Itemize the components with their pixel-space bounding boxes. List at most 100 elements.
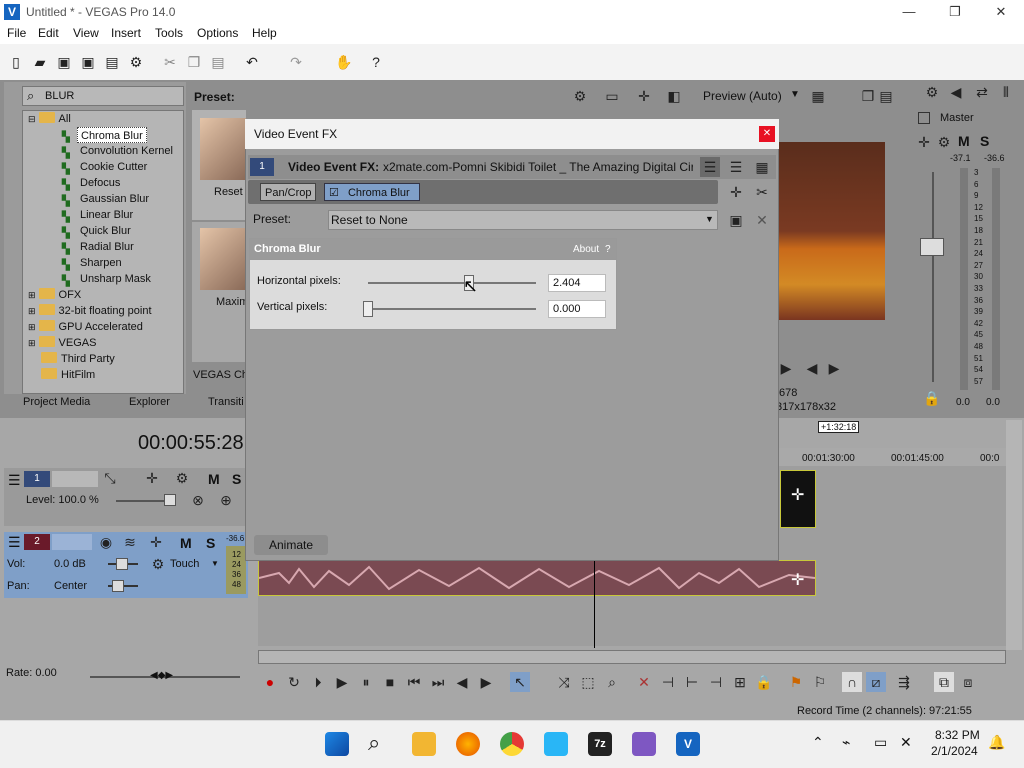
invert-phase-icon[interactable]: ≋	[120, 532, 140, 552]
rate-slider-thumb[interactable]: ◀◆▶	[150, 670, 173, 681]
loop-icon[interactable]: ↻	[284, 672, 304, 692]
tree-item-unsharp-mask[interactable]: ▚ Unsharp Mask	[62, 271, 151, 287]
lock-icon[interactable]: 🔒	[922, 388, 942, 408]
play-icon[interactable]: ▶	[824, 358, 844, 378]
tree-item-vegas[interactable]: ⊞ VEGAS	[28, 335, 96, 351]
vol-slider-thumb[interactable]	[116, 558, 128, 570]
track-gear-icon[interactable]: ⚙	[172, 468, 192, 488]
horizontal-pixels-value[interactable]: 2.404	[548, 274, 606, 292]
envelope-tool-icon[interactable]: ⤨	[554, 672, 574, 692]
visual-studio-icon[interactable]	[632, 732, 656, 756]
track-name-field[interactable]	[52, 471, 98, 487]
preview-quality-dropdown[interactable]: Preview (Auto)	[703, 89, 782, 103]
delete-preset-icon[interactable]: ✕	[752, 210, 772, 230]
chevron-down-icon[interactable]: ▼	[790, 89, 800, 100]
horizontal-scrollbar[interactable]	[258, 650, 1006, 664]
fx-search-input[interactable]: ⌕ BLUR	[22, 86, 184, 106]
chrome-icon[interactable]	[500, 732, 524, 756]
save-snapshot-icon[interactable]: ▤	[876, 86, 896, 106]
tree-item-all[interactable]: ⊟ All	[28, 111, 71, 127]
ignore-grouping-icon[interactable]: ⧈	[958, 672, 978, 692]
trim-start-icon[interactable]: ⊢	[682, 672, 702, 692]
render-icon[interactable]: ▤	[102, 52, 122, 72]
parent-icon[interactable]: ⊕	[216, 490, 236, 510]
compositing-icon[interactable]: ⊗	[188, 490, 208, 510]
menu-file[interactable]: File	[7, 26, 26, 40]
automation-gear-icon[interactable]: ⚙	[148, 554, 168, 574]
list-view-icon[interactable]: ☰	[726, 157, 746, 177]
tree-item-hitfilm[interactable]: HitFilm	[41, 367, 95, 383]
undo-icon[interactable]: ↶	[242, 52, 262, 72]
track-collapse-icon[interactable]: ☰	[8, 534, 21, 551]
master-settings-gear-icon[interactable]: ⚙	[922, 82, 942, 102]
audio-event[interactable]: ✛	[258, 560, 816, 596]
playhead[interactable]	[594, 560, 595, 648]
event-fx-icon[interactable]: ✛	[791, 570, 804, 590]
cut-icon[interactable]: ✂	[160, 52, 180, 72]
snapping-magnet-icon[interactable]: ∩	[842, 672, 862, 692]
track-collapse-icon[interactable]: ☰	[8, 472, 21, 489]
display-icon[interactable]: ▭	[874, 734, 887, 751]
track-mute-button[interactable]: M	[180, 535, 192, 551]
tree-item-ofx[interactable]: ⊞ OFX	[28, 287, 81, 303]
dialog-close-button[interactable]: ✕	[759, 126, 775, 142]
redo-icon[interactable]: ↷	[286, 52, 306, 72]
trim-end-icon[interactable]: ⊣	[706, 672, 726, 692]
trim-icon[interactable]: ⊣	[658, 672, 678, 692]
automation-mode[interactable]: Touch	[170, 558, 199, 570]
tree-item-quick-blur[interactable]: ▚ Quick Blur	[62, 223, 131, 239]
7zip-icon[interactable]: 7z	[588, 732, 612, 756]
tab-project-media[interactable]: Project Media	[23, 396, 90, 408]
tab-explorer[interactable]: Explorer	[129, 396, 170, 408]
close-window-button[interactable]: ✕	[978, 0, 1024, 24]
split-screen-icon[interactable]: ✛	[634, 86, 654, 106]
save-as-icon[interactable]: ▣	[78, 52, 98, 72]
chain-view-icon[interactable]: ☰	[700, 157, 720, 177]
tree-item-linear-blur[interactable]: ▚ Linear Blur	[62, 207, 133, 223]
track-solo-button[interactable]: S	[232, 471, 241, 487]
tab-transitions[interactable]: Transiti	[208, 396, 244, 408]
tree-item-third-party[interactable]: Third Party	[41, 351, 115, 367]
master-fx-icon[interactable]: ⇄	[972, 82, 992, 102]
track-fx-icon[interactable]: ✛	[142, 468, 162, 488]
vertical-pixels-thumb[interactable]	[363, 301, 373, 317]
tree-item-gpu[interactable]: ⊞ GPU Accelerated	[28, 319, 143, 335]
lock-icon[interactable]: 🔒	[754, 672, 774, 692]
marker-icon[interactable]: ⚑	[786, 672, 806, 692]
auto-crossfade-icon[interactable]: ⧄	[866, 672, 886, 692]
master-fader[interactable]	[920, 238, 944, 256]
master-solo-button[interactable]: S	[980, 133, 989, 149]
preset-thumb-reset[interactable]: Reset	[192, 110, 246, 220]
play-icon[interactable]: ▶	[332, 672, 352, 692]
level-slider-thumb[interactable]	[164, 494, 176, 506]
open-folder-icon[interactable]: ▰	[30, 52, 50, 72]
track-solo-button[interactable]: S	[206, 535, 215, 551]
chevron-up-icon[interactable]: ⌃	[812, 734, 824, 751]
tree-item-gaussian-blur[interactable]: ▚ Gaussian Blur	[62, 191, 149, 207]
record-icon[interactable]: ●	[260, 672, 280, 692]
go-to-start-icon[interactable]: ⏮	[404, 672, 424, 692]
file-explorer-icon[interactable]	[412, 732, 436, 756]
prev-frame-icon[interactable]: ◀	[452, 672, 472, 692]
event-fx-icon[interactable]: ✛	[791, 485, 804, 505]
track-mute-button[interactable]: M	[208, 471, 220, 487]
split-icon[interactable]: ⊞	[730, 672, 750, 692]
animate-button[interactable]: Animate	[254, 535, 328, 555]
save-preset-icon[interactable]: ▣	[726, 210, 746, 230]
tree-item-defocus[interactable]: ▚ Defocus	[62, 175, 120, 191]
new-file-icon[interactable]: ▯	[6, 52, 26, 72]
video-event[interactable]: ✛	[780, 470, 816, 528]
maximize-button[interactable]: ❐	[932, 0, 978, 24]
vertical-pixels-value[interactable]: 0.000	[548, 300, 606, 318]
lock-envelopes-icon[interactable]: ⧉	[934, 672, 954, 692]
stop-icon[interactable]: ■	[380, 672, 400, 692]
selection-tool-icon[interactable]: ⬚	[578, 672, 598, 692]
copy-icon[interactable]: ❐	[184, 52, 204, 72]
preset-dropdown[interactable]: Reset to None ▼	[328, 210, 718, 230]
clock-time[interactable]: 8:32 PM	[935, 728, 980, 742]
normal-edit-tool-icon[interactable]: ↖	[510, 672, 530, 692]
prev-frame-icon[interactable]: ◀	[802, 358, 822, 378]
volume-muted-icon[interactable]: ✕	[900, 734, 912, 751]
master-mixer-icon[interactable]: ⫴	[996, 82, 1016, 102]
vertical-scrollbar[interactable]	[1006, 420, 1022, 650]
